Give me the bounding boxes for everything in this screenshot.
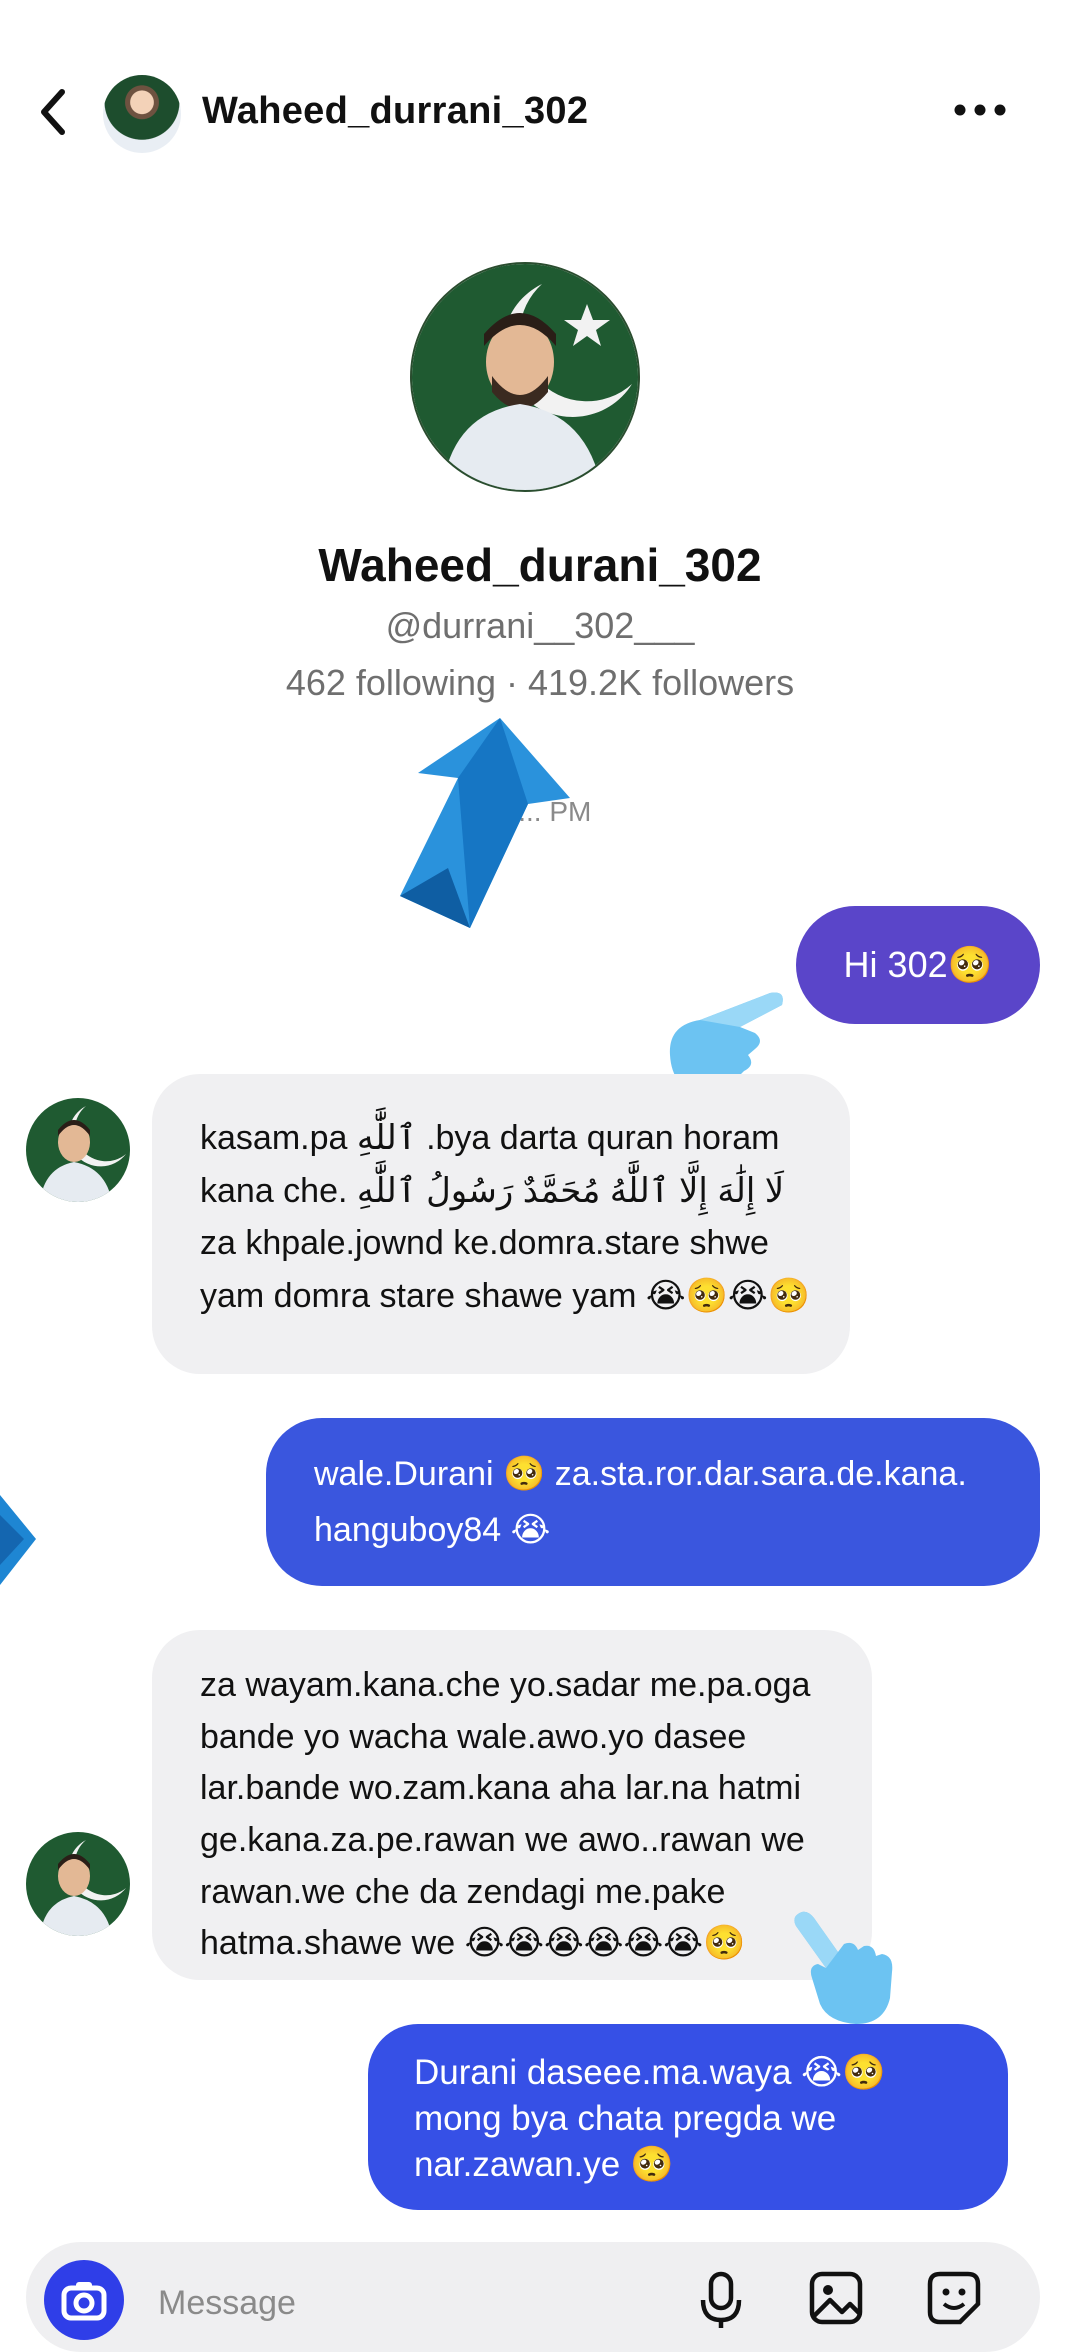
message-text: hanguboy84 😭 [314,1511,551,1550]
gallery-button[interactable] [808,2270,864,2326]
microphone-button[interactable] [696,2270,746,2330]
message-text: yam domra stare shawe yam 😭🥺😭🥺 [200,1277,811,1316]
microphone-icon [700,2271,742,2328]
header-username[interactable]: Waheed_durrani_302 [202,90,588,133]
message-text: Hi 302🥺 [843,944,993,985]
message-text: rawan.we che da zendagi me.pake [200,1872,726,1911]
chevron-left-icon [41,89,65,135]
arrow-sticker-fragment-icon [0,1495,36,1585]
arrow-sticker-icon [400,718,570,933]
message-text: kasam.pa ٱللَّٰهِ .bya darta quran horam [200,1119,780,1157]
profile-handle: @durrani__302___ [385,605,695,646]
profile-stats: 462 following · 419.2K followers [285,662,795,703]
message-outgoing[interactable]: Durani daseee.ma.waya 😭🥺 mong bya chata … [368,2024,1008,2210]
message-text: wale.Durani 🥺 za.sta.ror.dar.sara.de.kan… [314,1455,967,1493]
message-composer [26,2242,1040,2352]
message-text: mong bya chata pregda we [414,2099,837,2139]
camera-icon [61,2282,107,2321]
profile-display-name: Waheed_durani_302 [318,539,762,591]
pointing-hand-icon [792,1908,902,2028]
message-outgoing[interactable]: wale.Durani 🥺 za.sta.ror.dar.sara.de.kan… [266,1418,1040,1586]
message-text: Durani daseee.ma.waya 😭🥺 [414,2053,886,2092]
message-text: za wayam.kana.che yo.sadar me.pa.oga [200,1666,811,1704]
message-text: za khpale.jownd ke.domra.stare shwe [200,1224,769,1263]
sticker-icon [927,2271,981,2325]
image-icon [809,2271,863,2325]
message-text: hatma.shawe we 😭😭😭😭😭😭🥺 [200,1924,746,1963]
more-horizontal-icon [954,104,1006,116]
message-input[interactable] [156,2272,640,2334]
message-incoming[interactable]: za wayam.kana.che yo.sadar me.pa.oga ban… [152,1630,872,1980]
message-text: nar.zawan.ye 🥺 [414,2145,674,2185]
profile-avatar[interactable] [410,262,640,492]
message-text: bande yo wacha wale.awo.yo dasee [200,1717,747,1756]
message-incoming[interactable]: kasam.pa ٱللَّٰهِ .bya darta quran horam… [152,1074,850,1374]
message-outgoing[interactable]: Hi 302🥺 [796,906,1040,1024]
sticker-button[interactable] [926,2270,982,2326]
more-options-button[interactable] [950,90,1010,130]
back-button[interactable] [30,82,80,142]
header-avatar[interactable] [103,75,181,153]
camera-button[interactable] [44,2260,124,2340]
message-text: ge.kana.za.pe.rawan we awo..rawan we [200,1821,805,1860]
message-text: kana che. لَا إِلَٰهَ إِلَّا ٱللَّٰهُ مُ… [200,1171,785,1210]
sender-avatar[interactable] [26,1098,130,1202]
sender-avatar[interactable] [26,1832,130,1936]
message-text: lar.bande wo.zam.kana aha lar.na hatmi [200,1769,802,1808]
chat-header: Waheed_durrani_302 [0,60,1080,170]
